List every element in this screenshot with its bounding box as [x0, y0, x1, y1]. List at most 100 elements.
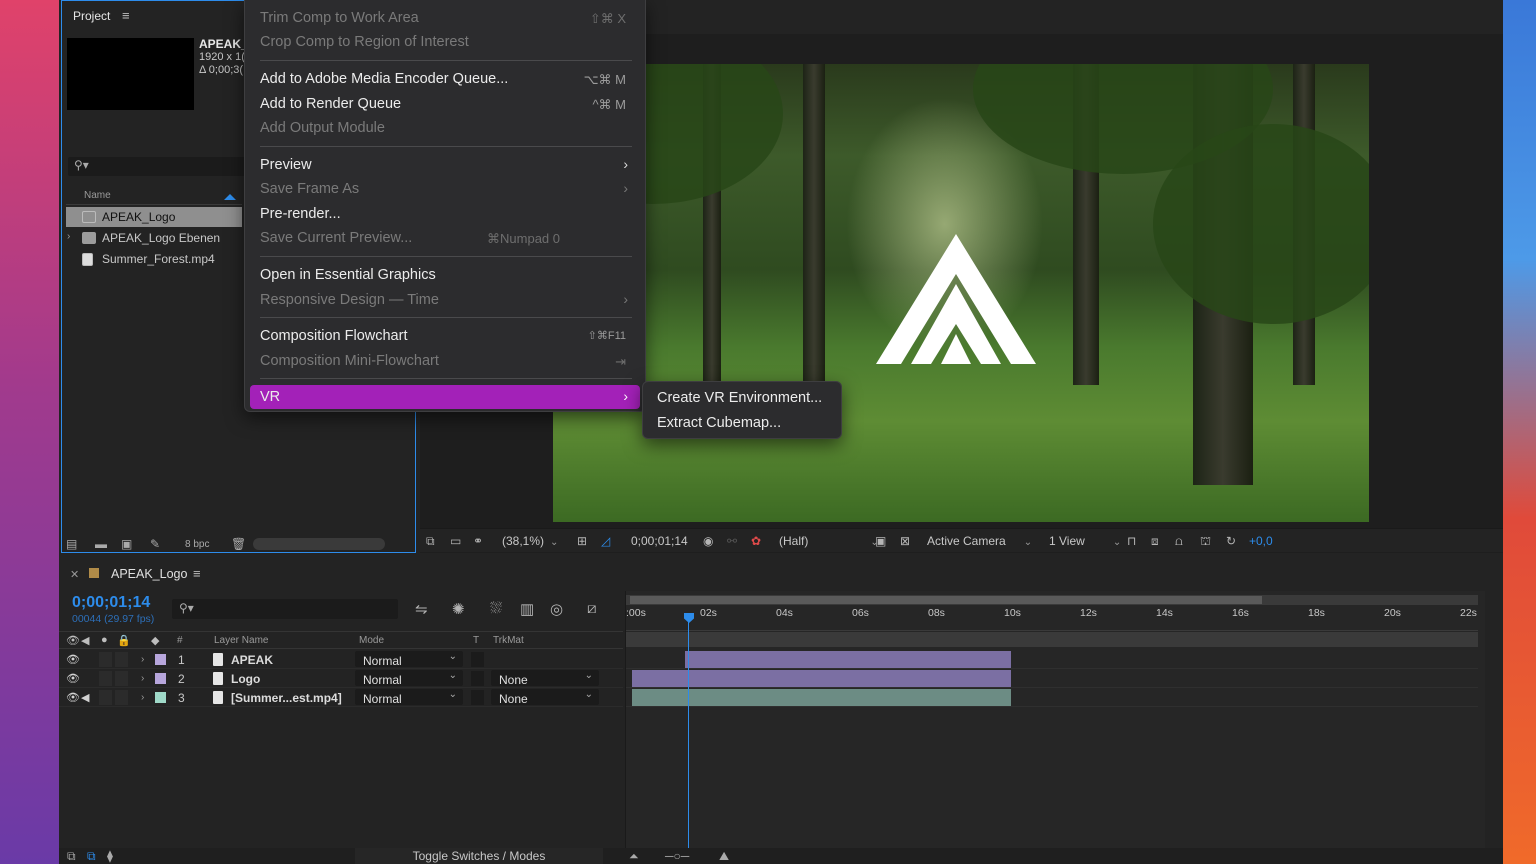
toggle-pixel-aspect-icon[interactable]: ⊓ [1127, 534, 1136, 548]
expand-chevron-icon[interactable]: › [141, 673, 144, 684]
visibility-eye-icon[interactable]: 👁 [66, 653, 80, 666]
menu-item-trim-comp[interactable]: Trim Comp to Work Area ⇧⌘ X [250, 6, 640, 30]
view-layout-dropdown[interactable]: 1 View ⌄ [1049, 534, 1121, 548]
toggle-switches-modes-button[interactable]: Toggle Switches / Modes [355, 848, 603, 864]
solo-switch-icon[interactable]: ● [101, 634, 108, 646]
layer-row[interactable]: 👁 ◀ › 3 [Summer...est.mp4] Normal ⌄ None ⌄ [59, 688, 623, 707]
audio-switch-icon[interactable]: ◀ [81, 634, 89, 647]
blend-mode-dropdown[interactable]: Normal ⌄ [355, 689, 463, 706]
exposure-value[interactable]: +0,0 [1249, 534, 1273, 548]
menu-item-pre-render[interactable]: Pre-render... [250, 202, 640, 226]
project-scrollbar[interactable] [253, 538, 385, 550]
timeline-search-input[interactable]: ⚲▾ [172, 599, 398, 619]
new-folder-icon[interactable]: ▬ [95, 537, 107, 551]
layer-duration-bar[interactable] [685, 651, 1011, 668]
menu-item-extract-cubemap[interactable]: Extract Cubemap... [657, 415, 781, 431]
zoom-in-icon[interactable]: ⛰ [719, 849, 729, 864]
close-tab-icon[interactable]: ✕ [70, 568, 79, 581]
project-panel-title[interactable]: Project [73, 9, 110, 23]
layer-label-color[interactable] [155, 673, 166, 684]
timeline-icon[interactable]: ⩍ [1175, 534, 1183, 549]
track-matte-dropdown[interactable]: None ⌄ [491, 670, 599, 687]
menu-item-composition-mini-flowchart[interactable]: Composition Mini-Flowchart ⇥ [250, 349, 640, 373]
menu-item-crop-comp[interactable]: Crop Comp to Region of Interest [250, 30, 640, 54]
layer-switches-icon[interactable]: ⧉ [67, 849, 76, 864]
blend-mode-dropdown[interactable]: Normal ⌄ [355, 670, 463, 687]
camera-dropdown[interactable]: Active Camera ⌄ [927, 534, 1032, 548]
timeline-timecode[interactable]: 0;00;01;14 [72, 594, 150, 612]
layer-name[interactable]: Logo [231, 672, 260, 686]
audio-speaker-icon[interactable]: ◀ [81, 691, 89, 704]
menu-item-preview[interactable]: Preview › [250, 153, 640, 177]
3d-renderer-icon[interactable]: ⧈ [1151, 534, 1159, 549]
work-area-bar[interactable] [626, 595, 1478, 605]
zoom-dropdown[interactable]: (38,1%) ⌄ [502, 534, 558, 548]
menu-item-add-output-module[interactable]: Add Output Module [250, 116, 640, 140]
visibility-eye-icon[interactable]: 👁 [66, 672, 80, 685]
timeline-graph[interactable]: :00s 02s 04s 06s 08s 10s 12s 14s 16s 18s… [625, 591, 1485, 864]
track-matte-dropdown[interactable]: None ⌄ [491, 689, 599, 706]
adjust-icon[interactable]: ✎ [150, 537, 160, 551]
expand-chevron-icon[interactable]: › [67, 231, 70, 242]
menu-item-responsive-design[interactable]: Responsive Design — Time › [250, 288, 640, 312]
bit-depth-button[interactable]: 8 bpc [185, 539, 209, 550]
video-switch-icon[interactable]: 👁 [66, 634, 80, 647]
project-item-comp[interactable]: APEAK_Logo [66, 207, 242, 227]
menu-item-create-vr-environment[interactable]: Create VR Environment... [657, 390, 822, 406]
layer-name-column-header[interactable]: Layer Name [214, 635, 268, 646]
graph-editor-icon[interactable]: ⧄ [587, 600, 597, 617]
new-comp-icon[interactable]: ▣ [121, 537, 132, 551]
layer-row[interactable]: 👁 › 2 Logo Normal ⌄ None ⌄ [59, 669, 623, 688]
resolution-dropdown[interactable]: (Half) ⌄ [779, 534, 879, 548]
project-item-folder[interactable]: › APEAK_Logo Ebenen [66, 228, 242, 248]
transfer-controls-icon[interactable]: ⧉ [87, 849, 96, 864]
project-item-footage[interactable]: Summer_Forest.mp4 [66, 249, 242, 269]
always-preview-icon[interactable]: ⧉ [426, 534, 435, 549]
composition-canvas[interactable] [553, 64, 1369, 522]
menu-item-add-to-media-encoder[interactable]: Add to Adobe Media Encoder Queue... ⌥⌘ M [250, 67, 640, 91]
layer-label-color[interactable] [155, 692, 166, 703]
zoom-out-icon[interactable]: ⏶ [629, 849, 639, 864]
preserve-transparency-toggle[interactable] [471, 690, 484, 705]
label-column-icon[interactable]: ◆ [151, 634, 159, 647]
menu-item-open-essential-graphics[interactable]: Open in Essential Graphics [250, 263, 640, 287]
transparency-grid-icon[interactable]: ⊠ [900, 534, 910, 548]
lock-switch-icon[interactable]: 🔒 [117, 634, 131, 647]
camera-snapshot-icon[interactable]: ◉ [703, 534, 713, 548]
region-of-interest-icon[interactable]: ◿ [601, 534, 610, 548]
current-time-display[interactable]: 0;00;01;14 [631, 534, 688, 548]
time-ruler[interactable]: :00s 02s 04s 06s 08s 10s 12s 14s 16s 18s… [626, 605, 1478, 631]
blend-mode-dropdown[interactable]: Normal ⌄ [355, 651, 463, 668]
monitor-icon[interactable]: ▭ [450, 534, 461, 548]
layer-name[interactable]: APEAK [231, 653, 273, 667]
visibility-eye-icon[interactable]: 👁 [66, 691, 80, 704]
reset-exposure-icon[interactable]: ↻ [1226, 534, 1236, 548]
comp-mini-flowchart-icon[interactable]: ⇋ [415, 600, 428, 618]
draft-3d-icon[interactable]: ✺ [452, 600, 465, 618]
layer-name[interactable]: [Summer...est.mp4] [231, 691, 342, 705]
fit-icon[interactable]: ⊞ [577, 534, 587, 548]
interpret-footage-icon[interactable]: ▤ [66, 537, 77, 551]
zoom-slider[interactable]: ─○─ [665, 849, 689, 863]
color-channels-icon[interactable]: ✿ [751, 534, 761, 548]
vr-goggles-icon[interactable]: ⚭ [473, 534, 483, 548]
expand-chevron-icon[interactable]: › [141, 654, 144, 665]
frame-blending-icon[interactable]: ▥ [520, 600, 534, 618]
timeline-tab-title[interactable]: APEAK_Logo [111, 567, 187, 581]
menu-item-save-frame-as[interactable]: Save Frame As › [250, 177, 640, 201]
layer-label-color[interactable] [155, 654, 166, 665]
panel-menu-icon[interactable]: ≡ [122, 8, 130, 23]
menu-item-add-to-render-queue[interactable]: Add to Render Queue ^⌘ M [250, 92, 640, 116]
menu-item-composition-flowchart[interactable]: Composition Flowchart ⇧⌘F11 [250, 324, 640, 348]
in-out-icon[interactable]: ⧫ [107, 849, 113, 863]
flowchart-icon[interactable]: ⛫ [1200, 534, 1211, 550]
motion-blur-icon[interactable]: ◎ [550, 600, 563, 618]
menu-item-vr[interactable]: VR › [250, 385, 640, 409]
fast-preview-icon[interactable]: ▣ [875, 534, 886, 548]
project-list-header[interactable]: Name [66, 187, 242, 205]
layer-row[interactable]: 👁 › 1 APEAK Normal ⌄ [59, 650, 623, 669]
trash-icon[interactable]: 🗑 [231, 537, 246, 551]
preserve-transparency-toggle[interactable] [471, 671, 484, 686]
preserve-transparency-toggle[interactable] [471, 652, 484, 667]
name-column-header[interactable]: Name [84, 190, 111, 201]
